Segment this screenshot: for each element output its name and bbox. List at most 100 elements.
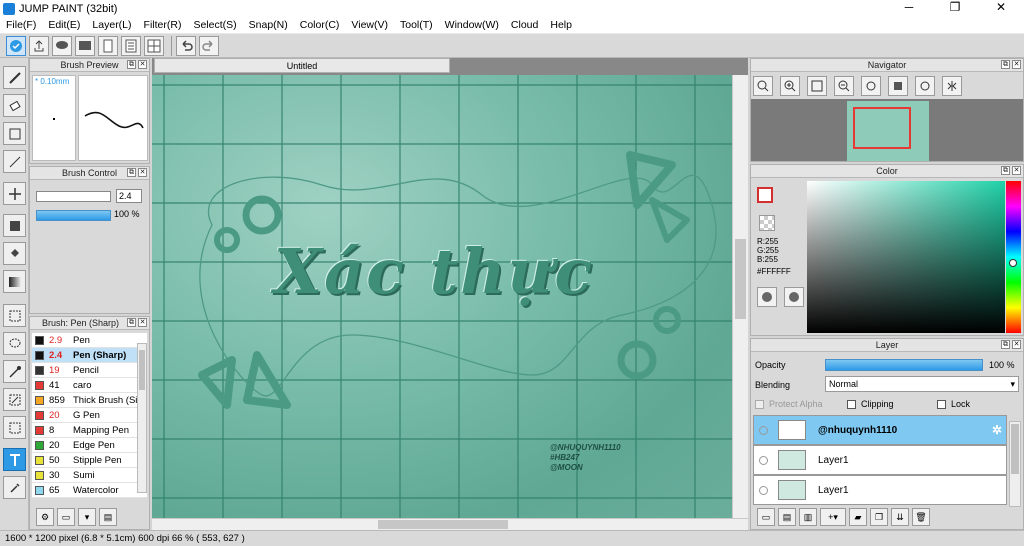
clipping-option[interactable]: Clipping: [847, 399, 894, 409]
brush-settings-button[interactable]: ⚙: [36, 508, 54, 526]
flip-button[interactable]: [942, 76, 962, 96]
close-button[interactable]: ✕: [978, 0, 1024, 17]
brush-item[interactable]: 8 Mapping Pen: [32, 423, 147, 438]
menu-edit[interactable]: Edit(E): [42, 19, 86, 31]
redo-button[interactable]: [199, 35, 219, 56]
visibility-icon[interactable]: [759, 485, 768, 495]
minimize-button[interactable]: ─: [886, 0, 932, 17]
panel-detach-icon[interactable]: ⧉: [1001, 60, 1010, 69]
select-pen-tool[interactable]: [3, 388, 26, 411]
panel-detach-icon[interactable]: ⧉: [127, 168, 136, 177]
lock-checkbox[interactable]: [937, 399, 946, 409]
menu-view[interactable]: View(V): [345, 19, 394, 31]
brush-item[interactable]: 20 Edge Pen: [32, 438, 147, 453]
brush-item[interactable]: 859 Thick Brush (Si: [32, 393, 147, 408]
pen-tool[interactable]: [3, 66, 26, 89]
merge-layer-button[interactable]: ⇊: [891, 508, 909, 526]
lasso-tool[interactable]: [3, 332, 26, 355]
document-tab[interactable]: Untitled: [154, 58, 450, 73]
layer-opacity-slider[interactable]: [825, 359, 983, 371]
panel-close-icon[interactable]: ✕: [1012, 60, 1021, 69]
grid-settings-button[interactable]: [144, 35, 164, 56]
brush-size-input[interactable]: 2.4: [116, 189, 142, 203]
move-tool[interactable]: [3, 182, 26, 205]
brush-item[interactable]: 41 caro: [32, 378, 147, 393]
canvas-horizontal-scrollbar[interactable]: [152, 518, 748, 530]
rotate-reset-button[interactable]: [888, 76, 908, 96]
select-rect-tool[interactable]: [3, 304, 26, 327]
zoom-out-button[interactable]: [834, 76, 854, 96]
color-history-button[interactable]: [784, 287, 804, 307]
drawing-canvas[interactable]: Xác thực @NHUQUYNH1110 #HB247 @MOON: [152, 75, 732, 518]
gradient-tool[interactable]: [3, 270, 26, 293]
brush-list-scrollbar[interactable]: [137, 343, 147, 493]
zoom-in-button[interactable]: [780, 76, 800, 96]
new-brush-button[interactable]: ▭: [57, 508, 75, 526]
protect-alpha-checkbox[interactable]: [755, 399, 764, 409]
scroll-thumb[interactable]: [139, 350, 145, 390]
message-button[interactable]: [75, 35, 95, 56]
menu-window[interactable]: Window(W): [439, 19, 505, 31]
canvas-vertical-scrollbar[interactable]: [732, 75, 748, 518]
menu-tool[interactable]: Tool(T): [394, 19, 439, 31]
scroll-thumb[interactable]: [735, 239, 746, 319]
comment-button[interactable]: [52, 35, 72, 56]
panel-detach-icon[interactable]: ⧉: [1001, 166, 1010, 175]
fit-window-button[interactable]: [807, 76, 827, 96]
menu-filter[interactable]: Filter(R): [138, 19, 188, 31]
add-layer-menu-button[interactable]: +▾: [820, 508, 846, 526]
navigator-thumbnail[interactable]: [847, 101, 929, 161]
text-tool[interactable]: [3, 448, 26, 471]
brush-item[interactable]: 2.9 Pen: [32, 333, 147, 348]
new-8bit-layer-button[interactable]: ▤: [778, 508, 796, 526]
brush-item[interactable]: 19 Pencil: [32, 363, 147, 378]
new-folder-button[interactable]: ▰: [849, 508, 867, 526]
select-eraser-tool[interactable]: [3, 416, 26, 439]
rotate-right-button[interactable]: [915, 76, 935, 96]
page-button[interactable]: [98, 35, 118, 56]
menu-file[interactable]: File(F): [0, 19, 42, 31]
clipping-checkbox[interactable]: [847, 399, 856, 409]
brush-item[interactable]: 50 Stipple Pen: [32, 453, 147, 468]
transparent-color-swatch[interactable]: [759, 215, 775, 231]
line-tool[interactable]: [3, 150, 26, 173]
layer-row[interactable]: Layer1: [753, 445, 1007, 475]
new-1bit-layer-button[interactable]: ▥: [799, 508, 817, 526]
layer-list-scrollbar[interactable]: [1009, 421, 1021, 507]
eraser-tool[interactable]: [3, 94, 26, 117]
zoom-reset-button[interactable]: [753, 76, 773, 96]
visibility-icon[interactable]: [759, 425, 768, 435]
palette-button[interactable]: [757, 287, 777, 307]
protect-alpha-option[interactable]: Protect Alpha: [755, 399, 823, 409]
blending-select[interactable]: Normal ▾: [825, 376, 1019, 392]
layer-row[interactable]: Layer1: [753, 475, 1007, 505]
rotate-left-button[interactable]: [861, 76, 881, 96]
menu-cloud[interactable]: Cloud: [505, 19, 544, 31]
duplicate-layer-button[interactable]: ❐: [870, 508, 888, 526]
brush-item[interactable]: 2.4 Pen (Sharp): [32, 348, 147, 363]
menu-select[interactable]: Select(S): [187, 19, 242, 31]
brush-item[interactable]: 20 G Pen: [32, 408, 147, 423]
scroll-thumb[interactable]: [1011, 424, 1019, 474]
panel-close-icon[interactable]: ✕: [138, 318, 147, 327]
delete-layer-button[interactable]: 🗑: [912, 508, 930, 526]
menu-snap[interactable]: Snap(N): [243, 19, 294, 31]
navigator-view-rect[interactable]: [853, 107, 911, 149]
brush-delete-button[interactable]: ▤: [99, 508, 117, 526]
panel-close-icon[interactable]: ✕: [138, 60, 147, 69]
fill-rect-tool[interactable]: [3, 214, 26, 237]
panel-close-icon[interactable]: ✕: [138, 168, 147, 177]
hue-slider[interactable]: [1006, 181, 1021, 333]
layer-row[interactable]: @nhuquynh1110 ✲: [753, 415, 1007, 445]
new-layer-button[interactable]: ▭: [757, 508, 775, 526]
menu-help[interactable]: Help: [544, 19, 578, 31]
scroll-thumb[interactable]: [378, 520, 508, 529]
saturation-value-picker[interactable]: [807, 181, 1005, 333]
menu-color[interactable]: Color(C): [294, 19, 346, 31]
rectangle-tool[interactable]: [3, 122, 26, 145]
visibility-icon[interactable]: [759, 455, 768, 465]
hue-handle[interactable]: [1009, 259, 1017, 267]
brush-size-slider[interactable]: [36, 191, 111, 202]
page-list-button[interactable]: [121, 35, 141, 56]
foreground-color-swatch[interactable]: [757, 187, 773, 203]
